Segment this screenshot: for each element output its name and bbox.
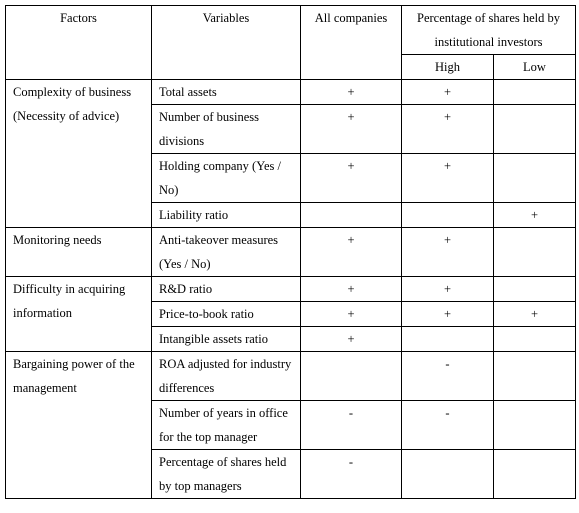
- all-sign-cell: +: [300, 276, 402, 302]
- header-all-companies: All companies: [300, 5, 402, 80]
- variable-cell: Anti-takeover measures (Yes / No): [151, 227, 301, 277]
- variable-cell: Total assets: [151, 79, 301, 105]
- low-sign-cell: +: [492, 301, 577, 327]
- high-sign-cell: [401, 449, 494, 499]
- factors-table: Factors Variables All companies Percenta…: [5, 5, 577, 499]
- table-row: Difficulty in acquiring information R&D r…: [5, 276, 577, 352]
- header-factors: Factors: [5, 5, 152, 80]
- table-row: Complexity of business (Necessity of adv…: [5, 79, 577, 228]
- high-sign-cell: [401, 326, 494, 352]
- low-sign-cell: [492, 104, 577, 154]
- all-sign-cell: -: [300, 449, 402, 499]
- table-row: Monitoring needs Anti-takeover measures (…: [5, 227, 577, 277]
- high-sign-cell: +: [401, 104, 494, 154]
- factor-cell: Monitoring needs: [5, 227, 152, 277]
- variable-cell: Number of business divisions: [151, 104, 301, 154]
- high-sign-cell: +: [401, 227, 494, 277]
- variable-cell: Percentage of shares held by top manager…: [151, 449, 301, 499]
- header-variables: Variables: [151, 5, 301, 80]
- variable-cell: ROA adjusted for industry differences: [151, 351, 301, 401]
- low-sign-cell: [492, 79, 577, 105]
- all-sign-cell: +: [300, 79, 402, 105]
- all-sign-cell: +: [300, 104, 402, 154]
- variable-cell: Liability ratio: [151, 202, 301, 228]
- high-sign-cell: +: [401, 276, 494, 302]
- factor-cell: Bargaining power of the management: [5, 351, 152, 499]
- factor-cell: Difficulty in acquiring information: [5, 276, 152, 352]
- variable-cell: Price-to-book ratio: [151, 301, 301, 327]
- high-sign-cell: -: [401, 351, 494, 401]
- all-sign-cell: +: [300, 153, 402, 203]
- high-sign-cell: +: [401, 301, 494, 327]
- low-sign-cell: [492, 326, 577, 352]
- variable-cell: Intangible assets ratio: [151, 326, 301, 352]
- low-sign-cell: [492, 276, 577, 302]
- variable-cell: Holding company (Yes / No): [151, 153, 301, 203]
- all-sign-cell: +: [300, 301, 402, 327]
- low-sign-cell: [492, 449, 577, 499]
- variable-cell: Number of years in office for the top ma…: [151, 400, 301, 450]
- variable-cell: R&D ratio: [151, 276, 301, 302]
- table-body: Complexity of business (Necessity of adv…: [5, 79, 577, 499]
- all-sign-cell: [300, 202, 402, 228]
- header-high: High: [401, 54, 494, 80]
- all-sign-cell: +: [300, 326, 402, 352]
- high-sign-cell: -: [401, 400, 494, 450]
- all-sign-cell: -: [300, 400, 402, 450]
- header-institutional: Percentage of shares held by institution…: [400, 5, 577, 55]
- low-sign-cell: [492, 227, 577, 277]
- low-sign-cell: [492, 351, 577, 401]
- high-sign-cell: +: [401, 79, 494, 105]
- low-sign-cell: +: [492, 202, 577, 228]
- table-row: Bargaining power of the management ROA ad…: [5, 351, 577, 499]
- low-sign-cell: [492, 153, 577, 203]
- high-sign-cell: +: [401, 153, 494, 203]
- factor-cell: Complexity of business (Necessity of adv…: [5, 79, 152, 228]
- high-sign-cell: [401, 202, 494, 228]
- low-sign-cell: [492, 400, 577, 450]
- header-low: Low: [492, 54, 577, 80]
- all-sign-cell: [300, 351, 402, 401]
- all-sign-cell: +: [300, 227, 402, 277]
